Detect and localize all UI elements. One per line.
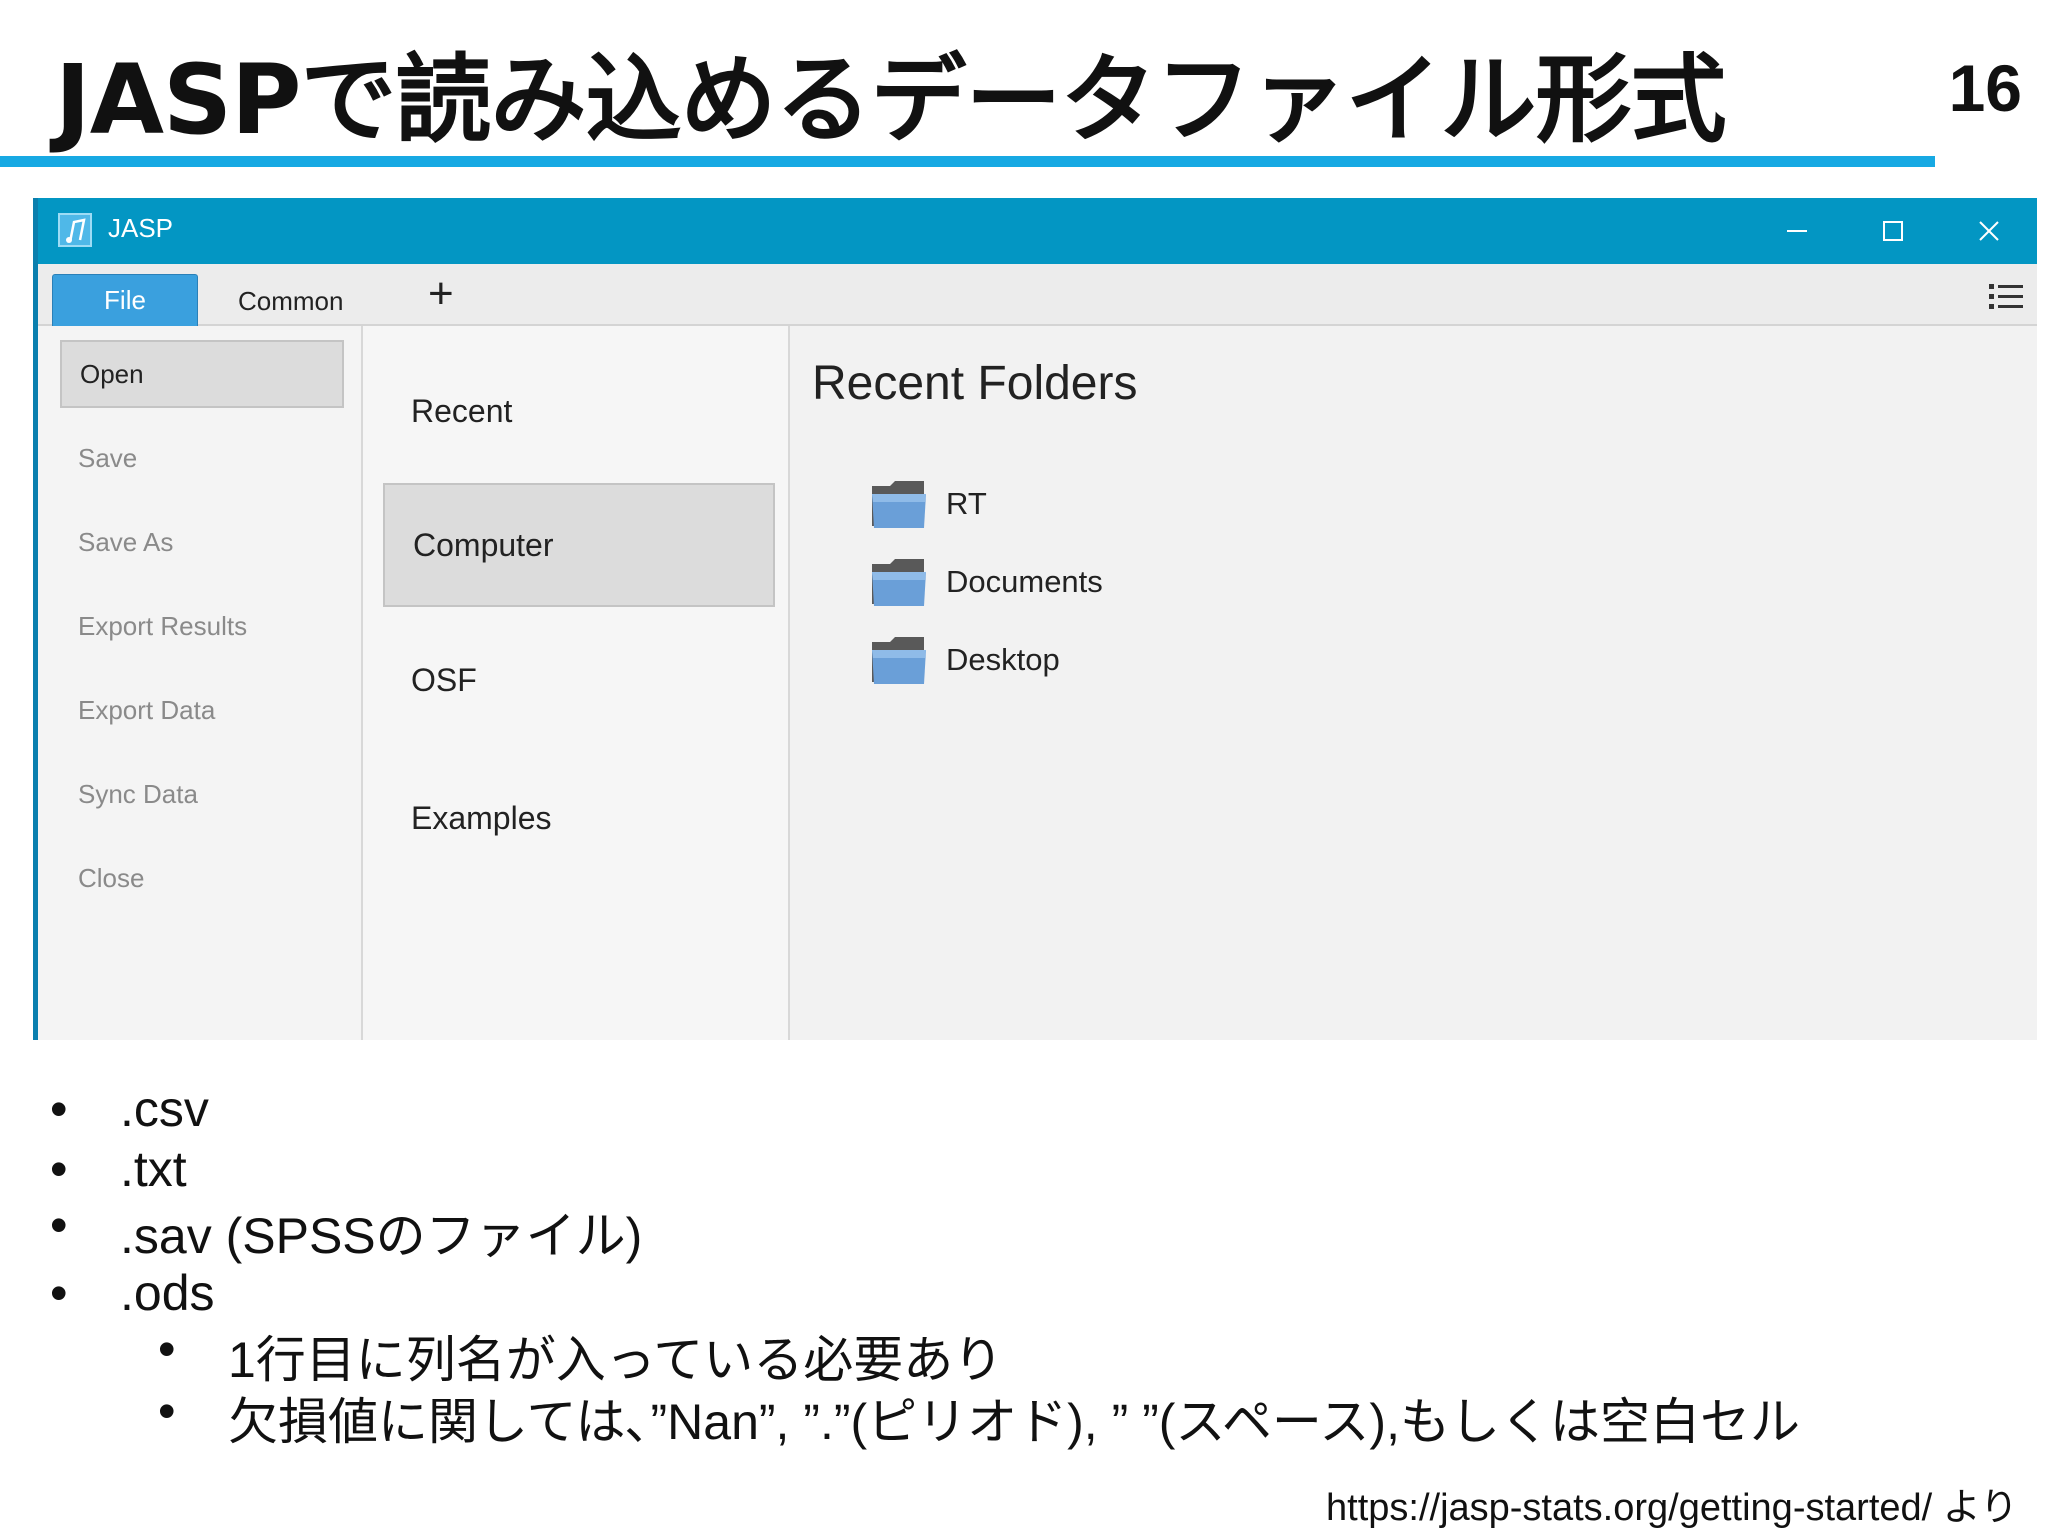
menu-item-open[interactable]: Open <box>60 340 344 408</box>
bullet-icon: • <box>158 1383 176 1439</box>
location-osf[interactable]: OSF <box>383 618 775 742</box>
format-csv: .csv <box>120 1081 209 1137</box>
menu-item-close[interactable]: Close <box>60 844 344 912</box>
close-icon[interactable] <box>1941 198 2037 264</box>
menu-item-save[interactable]: Save <box>60 424 344 492</box>
window-title: JASP <box>108 213 174 243</box>
title-underline <box>0 156 1935 167</box>
ribbon-tabbar: File Common + <box>38 264 2037 326</box>
format-txt: .txt <box>120 1141 187 1197</box>
bullet-icon: • <box>50 1265 68 1321</box>
minimize-icon[interactable] <box>1749 198 1845 264</box>
folder-label: Documents <box>946 564 1103 599</box>
bullet-icon: • <box>158 1321 176 1377</box>
menu-list-icon[interactable] <box>1989 282 2023 317</box>
folder-icon <box>872 637 926 684</box>
location-recent[interactable]: Recent <box>383 349 775 473</box>
folder-item-rt[interactable]: RT <box>870 474 987 534</box>
bullet-icon: • <box>50 1081 68 1137</box>
folder-label: Desktop <box>946 642 1060 677</box>
format-sav: .sav (SPSSのファイル) <box>120 1208 643 1264</box>
recent-folders-panel: Recent Folders RT Documents Desktop <box>790 326 2037 1040</box>
location-computer[interactable]: Computer <box>383 483 775 607</box>
page-number: 16 <box>1948 51 2022 125</box>
source-note: https://jasp-stats.org/getting-started/ … <box>1326 1487 2018 1529</box>
bullet-icon: • <box>50 1141 68 1197</box>
maximize-icon[interactable] <box>1845 198 1941 264</box>
slide-title: JASPで読み込めるデータファイル形式 <box>55 44 1727 156</box>
folder-icon <box>872 481 926 528</box>
jasp-app-icon <box>58 213 92 247</box>
file-menu: Open Save Save As Export Results Export … <box>38 326 363 1040</box>
ods-note-missing-values: 欠損値に関しては､”Nan”, ”.”(ピリオド), ” ”(スペース),もしく… <box>228 1394 1800 1450</box>
format-ods: .ods <box>120 1265 215 1321</box>
menu-item-sync-data[interactable]: Sync Data <box>60 760 344 828</box>
add-module-button[interactable]: + <box>428 272 454 316</box>
tab-common[interactable]: Common <box>238 286 343 317</box>
folder-icon <box>872 559 926 606</box>
folder-item-desktop[interactable]: Desktop <box>870 630 1060 690</box>
recent-folders-heading: Recent Folders <box>812 357 1138 410</box>
menu-item-export-results[interactable]: Export Results <box>60 592 344 660</box>
tab-file[interactable]: File <box>52 274 198 326</box>
menu-item-save-as[interactable]: Save As <box>60 508 344 576</box>
window-titlebar: JASP <box>38 198 2037 264</box>
bullet-icon: • <box>50 1197 68 1253</box>
location-examples[interactable]: Examples <box>383 756 775 880</box>
folder-item-documents[interactable]: Documents <box>870 552 1103 612</box>
menu-item-export-data[interactable]: Export Data <box>60 676 344 744</box>
folder-label: RT <box>946 486 987 521</box>
jasp-window: JASP File Common + Open Save Save As Exp… <box>33 198 2037 1040</box>
location-menu: Recent Computer OSF Examples <box>363 326 790 1040</box>
